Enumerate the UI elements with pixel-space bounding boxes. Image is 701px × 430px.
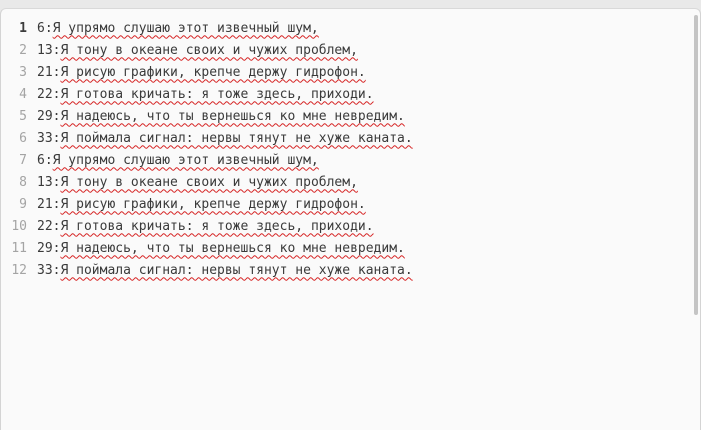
line-content[interactable]: 33: Я поймала сигнал: нервы тянут не хуже… <box>37 131 413 146</box>
line-number: 8 <box>19 174 27 190</box>
editor-line[interactable]: 1 6: Я упрямо слушаю этот извечный шум, <box>1 17 690 39</box>
line-text: Я тону в океане своих и чужих проблем, <box>60 174 358 190</box>
line-content[interactable]: 21: Я рисую графики, крепче держу гидрофо… <box>37 197 366 212</box>
editor-line[interactable]: 3 21: Я рисую графики, крепче держу гидро… <box>1 61 690 83</box>
line-prefix: 21: <box>37 196 61 212</box>
line-number: 6 <box>19 130 27 146</box>
line-content[interactable]: 33: Я поймала сигнал: нервы тянут не хуже… <box>37 263 413 278</box>
line-number: 1 <box>19 20 27 36</box>
line-prefix: 22: <box>37 86 61 102</box>
editor-window: 1 6: Я упрямо слушаю этот извечный шум, 2… <box>0 8 701 430</box>
line-prefix: 29: <box>37 240 61 256</box>
line-prefix: 13: <box>37 174 61 190</box>
line-prefix: 33: <box>37 130 61 146</box>
line-number: 9 <box>19 196 27 212</box>
vertical-scrollbar[interactable] <box>694 15 698 315</box>
editor-line[interactable]: 9 21: Я рисую графики, крепче держу гидро… <box>1 193 690 215</box>
editor-line[interactable]: 10 22: Я готова кричать: я тоже здесь, пр… <box>1 215 690 237</box>
line-text: Я готова кричать: я тоже здесь, приходи. <box>60 218 374 234</box>
line-content[interactable]: 22: Я готова кричать: я тоже здесь, прихо… <box>37 87 374 102</box>
line-content[interactable]: 6: Я упрямо слушаю этот извечный шум, <box>37 21 319 36</box>
line-content[interactable]: 21: Я рисую графики, крепче держу гидрофо… <box>37 65 366 80</box>
line-prefix: 21: <box>37 64 61 80</box>
line-text: Я рисую графики, крепче держу гидрофон. <box>60 196 366 212</box>
line-number: 3 <box>19 64 27 80</box>
line-prefix: 13: <box>37 42 61 58</box>
line-prefix: 6: <box>37 20 53 36</box>
line-content[interactable]: 29: Я надеюсь, что ты вернешься ко мне не… <box>37 109 405 124</box>
line-text: Я упрямо слушаю этот извечный шум, <box>52 20 319 36</box>
line-text: Я поймала сигнал: нервы тянут не хуже ка… <box>60 262 413 278</box>
line-content[interactable]: 22: Я готова кричать: я тоже здесь, прихо… <box>37 219 374 234</box>
line-number: 11 <box>11 240 27 256</box>
line-text: Я рисую графики, крепче держу гидрофон. <box>60 64 366 80</box>
editor-line[interactable]: 7 6: Я упрямо слушаю этот извечный шум, <box>1 149 690 171</box>
line-text: Я готова кричать: я тоже здесь, приходи. <box>60 86 374 102</box>
editor-line[interactable]: 4 22: Я готова кричать: я тоже здесь, при… <box>1 83 690 105</box>
line-prefix: 6: <box>37 152 53 168</box>
line-content[interactable]: 13: Я тону в океане своих и чужих проблем… <box>37 175 358 190</box>
text-editor[interactable]: 1 6: Я упрямо слушаю этот извечный шум, 2… <box>1 17 690 430</box>
line-prefix: 22: <box>37 218 61 234</box>
editor-line[interactable]: 6 33: Я поймала сигнал: нервы тянут не ху… <box>1 127 690 149</box>
line-number: 2 <box>19 42 27 58</box>
line-text: Я поймала сигнал: нервы тянут не хуже ка… <box>60 130 413 146</box>
line-number: 12 <box>11 262 27 278</box>
line-number: 7 <box>19 152 27 168</box>
line-text: Я упрямо слушаю этот извечный шум, <box>52 152 319 168</box>
editor-line[interactable]: 11 29: Я надеюсь, что ты вернешься ко мне… <box>1 237 690 259</box>
line-number: 10 <box>11 218 27 234</box>
line-content[interactable]: 6: Я упрямо слушаю этот извечный шум, <box>37 153 319 168</box>
editor-line[interactable]: 8 13: Я тону в океане своих и чужих пробл… <box>1 171 690 193</box>
line-prefix: 29: <box>37 108 61 124</box>
line-number: 4 <box>19 86 27 102</box>
editor-line[interactable]: 5 29: Я надеюсь, что ты вернешься ко мне … <box>1 105 690 127</box>
editor-line[interactable]: 12 33: Я поймала сигнал: нервы тянут не х… <box>1 259 690 281</box>
line-text: Я надеюсь, что ты вернешься ко мне невре… <box>60 240 405 256</box>
line-text: Я надеюсь, что ты вернешься ко мне невре… <box>60 108 405 124</box>
line-text: Я тону в океане своих и чужих проблем, <box>60 42 358 58</box>
editor-line[interactable]: 2 13: Я тону в океане своих и чужих пробл… <box>1 39 690 61</box>
line-content[interactable]: 29: Я надеюсь, что ты вернешься ко мне не… <box>37 241 405 256</box>
line-prefix: 33: <box>37 262 61 278</box>
line-number: 5 <box>19 108 27 124</box>
line-content[interactable]: 13: Я тону в океане своих и чужих проблем… <box>37 43 358 58</box>
